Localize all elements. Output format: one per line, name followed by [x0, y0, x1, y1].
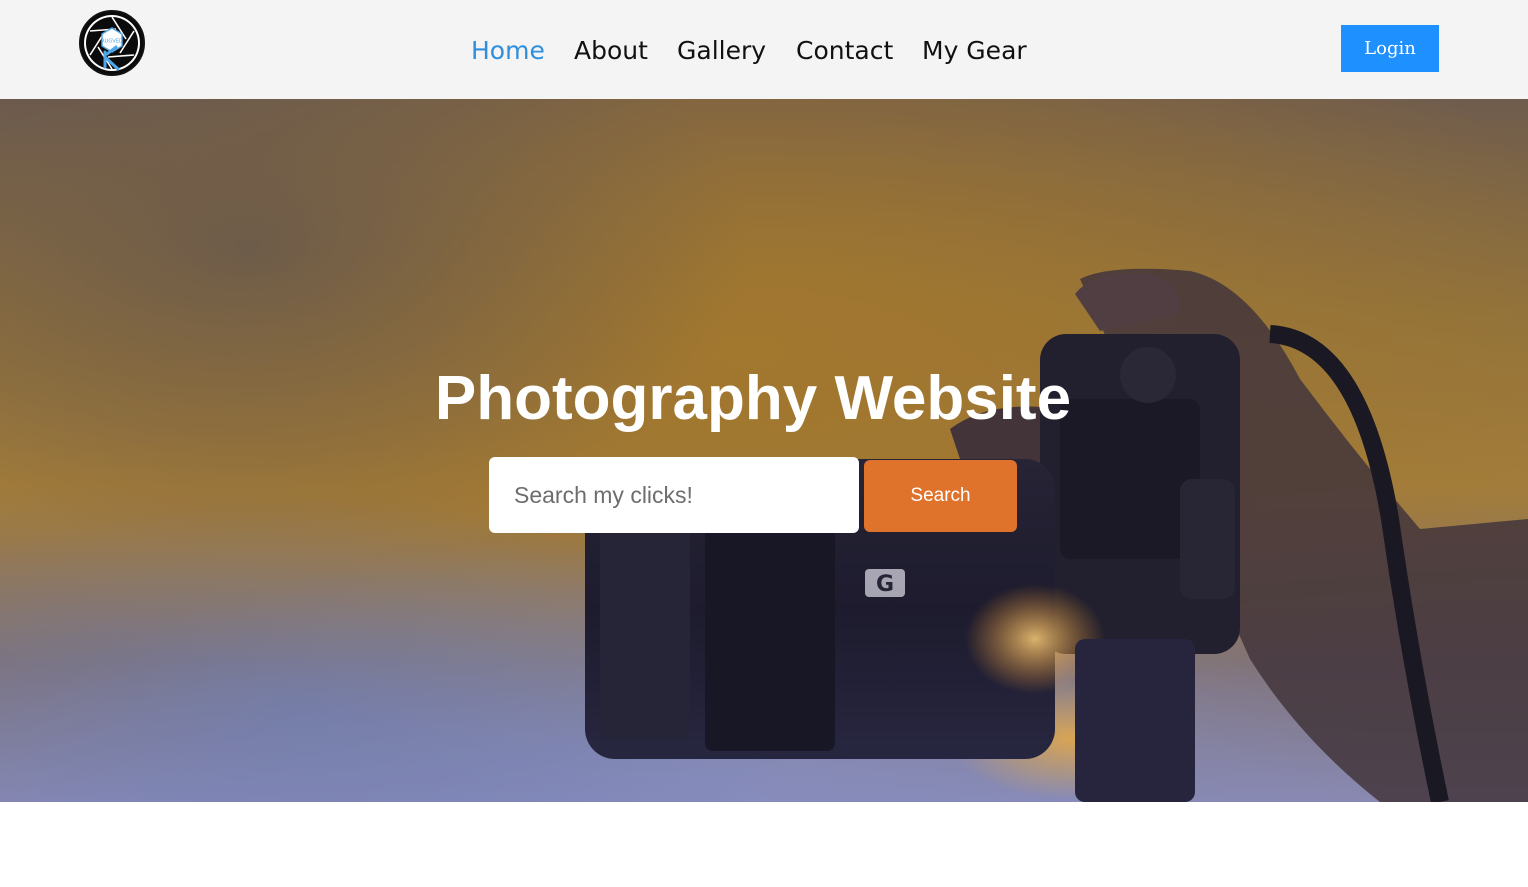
search-input[interactable]	[489, 457, 859, 533]
nav-gallery[interactable]: Gallery	[677, 34, 766, 68]
hero-title: Photography Website	[434, 364, 1072, 433]
search-button[interactable]: Search	[864, 460, 1017, 532]
login-button[interactable]: Login	[1341, 25, 1439, 72]
nav-my-gear[interactable]: My Gear	[922, 34, 1027, 68]
top-navbar: RUGVED Home About Gallery Contact My Gea…	[0, 0, 1528, 99]
nav-about[interactable]: About	[574, 34, 648, 68]
hero-dim-overlay	[0, 99, 1528, 802]
hero-section: G Photography Website Search	[0, 99, 1528, 802]
nav-contact[interactable]: Contact	[796, 34, 893, 68]
main-nav: Home About Gallery Contact My Gear	[0, 34, 1528, 68]
nav-home[interactable]: Home	[471, 34, 545, 68]
